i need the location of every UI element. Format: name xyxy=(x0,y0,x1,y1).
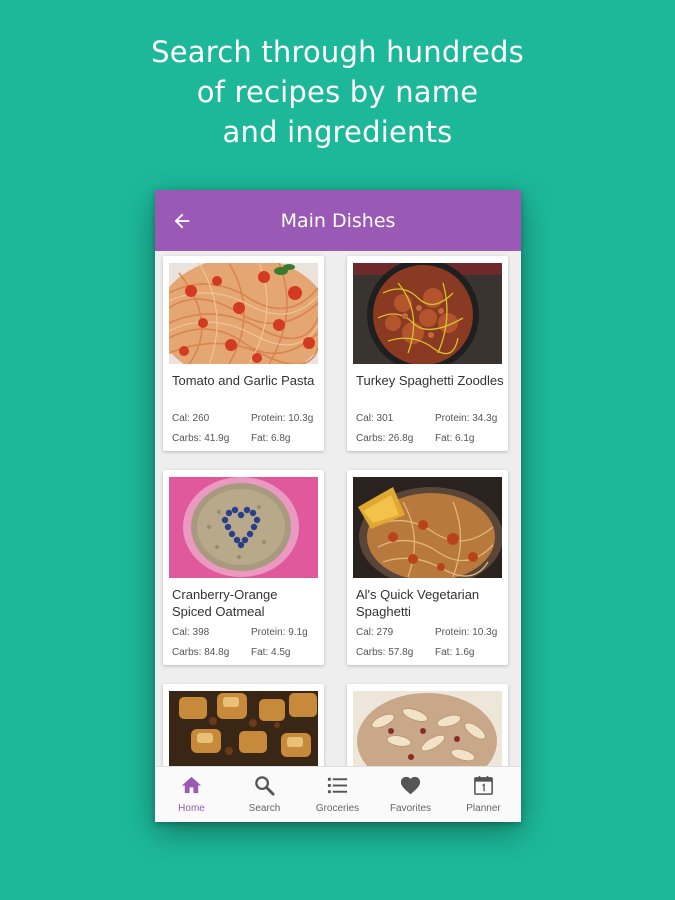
recipe-carbs: Carbs: 57.8g xyxy=(356,647,414,658)
recipe-title: Cranberry-Orange Spiced Oatmeal xyxy=(172,587,278,619)
nav-planner[interactable]: Planner xyxy=(447,767,520,822)
recipe-fat: Fat: 6.1g xyxy=(435,433,475,444)
heart-icon xyxy=(400,776,421,795)
recipe-calories: Cal: 398 xyxy=(172,627,210,638)
recipe-image-roasted-vegetables xyxy=(169,691,318,766)
recipe-calories: Cal: 260 xyxy=(172,413,210,424)
recipe-card[interactable]: Cranberry-Orange Spiced Oatmeal Cal: 398… xyxy=(163,470,324,665)
recipe-carbs: Carbs: 41.9g xyxy=(172,433,230,444)
recipe-protein: Protein: 10.3g xyxy=(251,413,314,424)
recipe-calories: Cal: 301 xyxy=(356,413,394,424)
recipe-card[interactable]: Al's Quick Vegetarian Spaghetti Cal: 279… xyxy=(347,470,508,665)
recipe-image-veg-spaghetti xyxy=(353,477,502,578)
recipe-protein: Protein: 9.1g xyxy=(251,627,308,638)
page-title: Main Dishes xyxy=(280,210,396,232)
recipe-protein: Protein: 10.3g xyxy=(435,627,498,638)
recipe-title: Turkey Spaghetti Zoodles xyxy=(356,373,504,388)
promo-line-1: Search through hundreds xyxy=(151,35,524,69)
recipe-grid: Tomato and Garlic Pasta Cal: 260 Protein… xyxy=(155,251,521,766)
nav-favorites[interactable]: Favorites xyxy=(374,767,447,822)
recipe-fat: Fat: 1.6g xyxy=(435,647,475,658)
recipe-image-oatmeal xyxy=(169,477,318,578)
nav-label: Groceries xyxy=(315,803,360,814)
recipe-carbs: Carbs: 84.8g xyxy=(172,647,230,658)
recipe-fat: Fat: 4.5g xyxy=(251,647,291,658)
nav-label: Home xyxy=(178,803,205,814)
nav-label: Planner xyxy=(466,803,501,814)
recipe-image-almond-porridge xyxy=(353,691,502,766)
promo-headline: Search through hundreds of recipes by na… xyxy=(0,32,675,152)
recipe-fat: Fat: 6.8g xyxy=(251,433,291,444)
recipe-card[interactable] xyxy=(163,684,324,766)
nav-label: Favorites xyxy=(389,803,432,814)
phone-screen: Main Dishes Tomato and Garlic Pasta Cal:… xyxy=(155,190,521,822)
search-icon xyxy=(255,776,275,796)
recipe-protein: Protein: 34.3g xyxy=(435,413,498,424)
bottom-navigation: Home Search Groceries Favorites Planner xyxy=(155,766,521,822)
promo-line-3: and ingredients xyxy=(222,115,453,149)
app-bar: Main Dishes xyxy=(155,190,521,251)
recipe-title: Al's Quick Vegetarian Spaghetti xyxy=(356,587,480,619)
nav-home[interactable]: Home xyxy=(155,767,228,822)
recipe-card[interactable]: Tomato and Garlic Pasta Cal: 260 Protein… xyxy=(163,256,324,451)
promo-line-2: of recipes by name xyxy=(196,75,479,109)
nav-groceries[interactable]: Groceries xyxy=(301,767,374,822)
home-icon xyxy=(181,776,202,794)
recipe-image-zoodles xyxy=(353,263,502,364)
nav-label: Search xyxy=(248,803,281,814)
recipe-carbs: Carbs: 26.8g xyxy=(356,433,414,444)
calendar-icon xyxy=(474,775,493,795)
recipe-card[interactable]: Turkey Spaghetti Zoodles Cal: 301 Protei… xyxy=(347,256,508,451)
recipe-calories: Cal: 279 xyxy=(356,627,394,638)
recipe-title: Tomato and Garlic Pasta xyxy=(172,373,315,388)
list-icon xyxy=(327,777,348,794)
recipe-image-pasta xyxy=(169,263,318,364)
nav-search[interactable]: Search xyxy=(228,767,301,822)
recipe-card[interactable] xyxy=(347,684,508,766)
